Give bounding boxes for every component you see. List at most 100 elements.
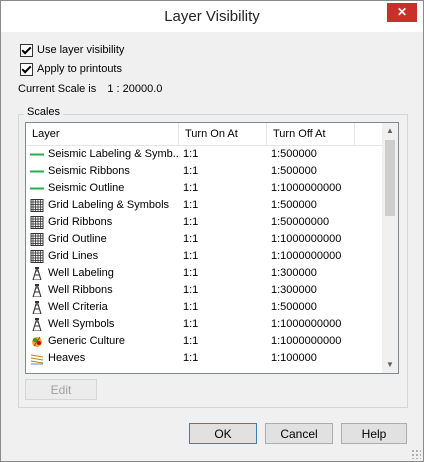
turn-on-cell: 1:1	[183, 148, 199, 160]
seismic-line-icon	[30, 165, 44, 178]
table-row[interactable]: Well Criteria 1:1 1:500000	[26, 299, 382, 316]
layer-cell: Well Criteria	[30, 299, 180, 316]
edit-button[interactable]: Edit	[25, 379, 97, 400]
turn-off-cell: 1:1000000000	[271, 182, 342, 194]
well-derrick-icon	[30, 266, 44, 281]
seismic-line-icon	[30, 148, 44, 161]
table-row[interactable]: Well Ribbons 1:1 1:300000	[26, 282, 382, 299]
layer-visibility-dialog: Layer Visibility ✕ Use layer visibility …	[0, 0, 424, 462]
layer-name: Seismic Outline	[48, 182, 125, 194]
cancel-button[interactable]: Cancel	[265, 423, 333, 444]
dialog-title: Layer Visibility	[164, 8, 260, 25]
layer-cell: Grid Labeling & Symbols	[30, 197, 180, 214]
layer-cell: Seismic Outline	[30, 180, 180, 197]
turn-on-cell: 1:1	[183, 233, 199, 245]
turn-off-cell: 1:1000000000	[271, 318, 342, 330]
layer-name: Well Symbols	[48, 318, 115, 330]
table-row[interactable]: Seismic Labeling & Symb... 1:1 1:500000	[26, 146, 382, 163]
close-button[interactable]: ✕	[387, 3, 417, 22]
well-derrick-icon	[30, 300, 44, 315]
resize-grip-icon[interactable]	[411, 449, 421, 459]
scroll-down-arrow-icon[interactable]: ▼	[382, 357, 398, 373]
turn-off-cell: 1:100000	[271, 352, 317, 364]
use-layer-visibility-label: Use layer visibility	[37, 44, 125, 56]
apply-to-printouts-checkbox[interactable]	[20, 62, 33, 76]
seismic-line-icon	[30, 182, 44, 195]
turn-on-cell: 1:1	[183, 335, 199, 347]
column-header-turn-off[interactable]: Turn Off At	[267, 123, 355, 145]
scales-list[interactable]: Layer Turn On At Turn Off At Seismic Lab…	[25, 122, 399, 374]
layer-cell: Seismic Labeling & Symb...	[30, 146, 180, 163]
turn-off-cell: 1:1000000000	[271, 233, 342, 245]
layer-name: Grid Lines	[48, 250, 99, 262]
layer-cell: Heaves	[30, 350, 180, 367]
table-row[interactable]: Grid Ribbons 1:1 1:50000000	[26, 214, 382, 231]
turn-on-cell: 1:1	[183, 199, 199, 211]
table-row[interactable]: Well Symbols 1:1 1:1000000000	[26, 316, 382, 333]
turn-on-cell: 1:1	[183, 165, 199, 177]
turn-on-cell: 1:1	[183, 352, 199, 364]
layer-cell: Grid Outline	[30, 231, 180, 248]
turn-on-cell: 1:1	[183, 318, 199, 330]
table-row[interactable]: Grid Labeling & Symbols 1:1 1:500000	[26, 197, 382, 214]
turn-off-cell: 1:500000	[271, 148, 317, 160]
table-row[interactable]: Well Labeling 1:1 1:300000	[26, 265, 382, 282]
heaves-icon	[30, 352, 44, 365]
turn-off-cell: 1:300000	[271, 284, 317, 296]
layer-name: Well Criteria	[48, 301, 108, 313]
title-bar: Layer Visibility ✕	[1, 1, 423, 32]
turn-on-cell: 1:1	[183, 250, 199, 262]
scrollbar-thumb[interactable]	[385, 140, 395, 216]
scroll-up-arrow-icon[interactable]: ▲	[382, 123, 398, 139]
turn-on-cell: 1:1	[183, 301, 199, 313]
grid-icon	[30, 198, 44, 212]
use-layer-visibility-option[interactable]: Use layer visibility	[20, 43, 124, 57]
layer-cell: Well Symbols	[30, 316, 180, 333]
table-row[interactable]: Generic Culture 1:1 1:1000000000	[26, 333, 382, 350]
table-row[interactable]: Heaves 1:1 1:100000	[26, 350, 382, 367]
culture-icon	[30, 335, 44, 348]
layer-cell: Seismic Ribbons	[30, 163, 180, 180]
apply-to-printouts-option[interactable]: Apply to printouts	[20, 62, 122, 76]
well-derrick-icon	[30, 283, 44, 298]
turn-off-cell: 1:500000	[271, 301, 317, 313]
column-header-layer[interactable]: Layer	[26, 123, 179, 145]
turn-off-cell: 1:1000000000	[271, 250, 342, 262]
list-header: Layer Turn On At Turn Off At	[26, 123, 382, 146]
layer-name: Grid Outline	[48, 233, 107, 245]
help-button[interactable]: Help	[341, 423, 407, 444]
table-row[interactable]: Seismic Ribbons 1:1 1:500000	[26, 163, 382, 180]
turn-off-cell: 1:300000	[271, 267, 317, 279]
turn-on-cell: 1:1	[183, 267, 199, 279]
layer-cell: Well Ribbons	[30, 282, 180, 299]
layer-name: Generic Culture	[48, 335, 126, 347]
layer-name: Well Ribbons	[48, 284, 113, 296]
layer-name: Grid Ribbons	[48, 216, 113, 228]
layer-name: Well Labeling	[48, 267, 114, 279]
use-layer-visibility-checkbox[interactable]	[20, 43, 33, 57]
grid-icon	[30, 215, 44, 229]
layer-cell: Grid Lines	[30, 248, 180, 265]
turn-off-cell: 1:1000000000	[271, 335, 342, 347]
vertical-scrollbar[interactable]: ▲ ▼	[382, 123, 398, 373]
ok-button[interactable]: OK	[189, 423, 257, 444]
table-row[interactable]: Grid Outline 1:1 1:1000000000	[26, 231, 382, 248]
table-row[interactable]: Seismic Outline 1:1 1:1000000000	[26, 180, 382, 197]
current-scale-text: Current Scale is 1 : 20000.0	[18, 83, 162, 95]
current-scale-value: 1 : 20000.0	[107, 83, 163, 95]
turn-off-cell: 1:500000	[271, 165, 317, 177]
layer-name: Heaves	[48, 352, 86, 364]
layer-cell: Well Labeling	[30, 265, 180, 282]
grid-icon	[30, 232, 44, 246]
turn-on-cell: 1:1	[183, 216, 199, 228]
layer-cell: Generic Culture	[30, 333, 180, 350]
well-derrick-icon	[30, 317, 44, 332]
current-scale-label: Current Scale is	[18, 83, 97, 95]
turn-on-cell: 1:1	[183, 182, 199, 194]
table-row[interactable]: Grid Lines 1:1 1:1000000000	[26, 248, 382, 265]
column-header-turn-on[interactable]: Turn On At	[179, 123, 267, 145]
turn-off-cell: 1:50000000	[271, 216, 330, 228]
layer-name: Seismic Ribbons	[48, 165, 130, 177]
layer-name: Seismic Labeling & Symb...	[48, 148, 180, 160]
layer-name: Grid Labeling & Symbols	[48, 199, 170, 211]
